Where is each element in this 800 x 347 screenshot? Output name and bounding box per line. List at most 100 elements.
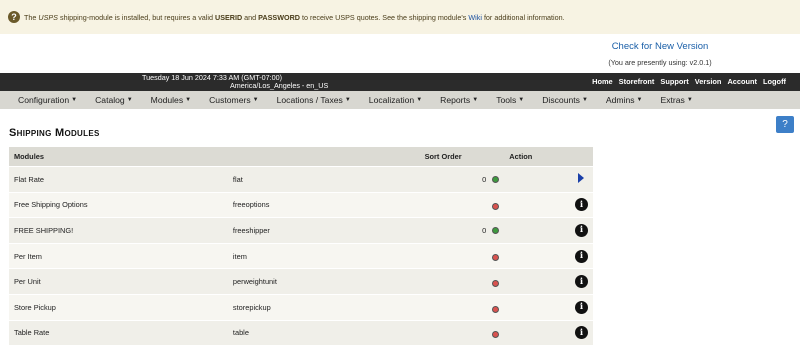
module-title: Store Pickup <box>9 293 228 321</box>
menu-admins[interactable]: Admins ▼ <box>606 95 643 105</box>
module-title: Flat Rate <box>9 166 228 193</box>
status-enabled-icon[interactable] <box>492 226 500 234</box>
action-cell: i <box>504 242 593 269</box>
notice-module-name: USPS <box>38 12 58 22</box>
sort-cell: 0 <box>419 217 505 244</box>
sort-cell <box>419 242 505 269</box>
caret-down-icon: ▼ <box>686 97 693 103</box>
top-link-account[interactable]: Account <box>727 77 757 86</box>
module-code: table <box>227 319 420 346</box>
info-icon[interactable]: i <box>575 249 588 263</box>
module-code: item <box>227 242 420 269</box>
table-row[interactable]: Flat Rate flat 0 <box>9 166 593 193</box>
page-title: Shipping Modules <box>9 127 100 139</box>
top-link-support[interactable]: Support <box>660 77 688 86</box>
module-code: freeoptions <box>227 191 420 218</box>
caret-down-icon: ▼ <box>71 97 78 103</box>
header-code <box>227 147 420 167</box>
menu-reports[interactable]: Reports ▼ <box>440 95 478 105</box>
usps-notice-bar: ? The USPS shipping-module is installed,… <box>0 0 800 34</box>
help-button[interactable]: ? <box>776 116 794 133</box>
module-title: Per Unit <box>9 268 228 295</box>
date-display: Tuesday 18 Jun 2024 7:33 AM (GMT-07:00) … <box>142 74 328 90</box>
action-cell: i <box>504 191 593 218</box>
info-icon[interactable]: i <box>575 198 588 212</box>
top-link-home[interactable]: Home <box>592 77 613 86</box>
sort-cell <box>419 191 505 218</box>
status-enabled-icon[interactable] <box>492 175 500 183</box>
module-title: Table Rate <box>9 319 228 346</box>
version-box: Check for New Version (You are presently… <box>600 41 720 67</box>
module-code: freeshipper <box>227 217 420 244</box>
table-row[interactable]: Store Pickup storepickup i <box>9 293 593 321</box>
question-icon: ? <box>8 11 20 23</box>
caret-down-icon: ▼ <box>636 97 643 103</box>
module-code: flat <box>227 166 420 193</box>
menu-catalog[interactable]: Catalog ▼ <box>95 95 133 105</box>
menu-modules[interactable]: Modules ▼ <box>151 95 191 105</box>
table-row[interactable]: Table Rate table i <box>9 319 593 346</box>
menu-extras[interactable]: Extras ▼ <box>661 95 693 105</box>
status-disabled-icon[interactable] <box>492 305 500 313</box>
wiki-link[interactable]: Wiki <box>468 13 482 22</box>
sort-cell <box>419 268 505 295</box>
menu-discounts[interactable]: Discounts ▼ <box>542 95 588 105</box>
table-header-row: Modules Sort Order Action <box>9 147 593 167</box>
status-disabled-icon[interactable] <box>492 331 500 339</box>
shipping-modules-table: Modules Sort Order Action Flat Rate flat… <box>9 147 593 346</box>
action-cell: i <box>504 268 593 295</box>
sort-cell: 0 <box>419 166 505 193</box>
caret-down-icon: ▼ <box>126 97 133 103</box>
info-icon[interactable]: i <box>575 326 588 340</box>
admin-top-bar: Tuesday 18 Jun 2024 7:33 AM (GMT-07:00) … <box>0 73 800 91</box>
module-title: FREE SHIPPING! <box>9 217 228 244</box>
menu-configuration[interactable]: Configuration ▼ <box>18 95 77 105</box>
table-row[interactable]: Free Shipping Options freeoptions i <box>9 191 593 218</box>
info-icon[interactable]: i <box>575 223 588 237</box>
header-modules: Modules <box>9 147 228 167</box>
play-arrow-icon <box>578 173 584 184</box>
notice-userid: USERID <box>215 12 243 22</box>
action-cell: i <box>504 293 593 321</box>
caret-down-icon: ▼ <box>185 97 192 103</box>
caret-down-icon: ▼ <box>472 97 479 103</box>
table-row[interactable]: Per Unit perweightunit i <box>9 268 593 295</box>
action-cell <box>504 166 593 193</box>
sort-cell <box>419 293 505 321</box>
caret-down-icon: ▼ <box>344 97 351 103</box>
caret-down-icon: ▼ <box>416 97 423 103</box>
menu-locations-taxes[interactable]: Locations / Taxes ▼ <box>277 95 351 105</box>
sort-order-value: 0 <box>482 174 487 184</box>
module-code: perweightunit <box>227 268 420 295</box>
menu-localization[interactable]: Localization ▼ <box>369 95 422 105</box>
main-menu: Configuration ▼ Catalog ▼ Modules ▼ Custome… <box>0 91 800 109</box>
timezone-text: America/Los_Angeles - en_US <box>230 81 329 90</box>
table-row[interactable]: FREE SHIPPING! freeshipper 0 i <box>9 217 593 244</box>
version-using-text: (You are presently using: v2.0.1) <box>608 58 712 67</box>
status-disabled-icon[interactable] <box>492 203 500 211</box>
module-title: Per Item <box>9 242 228 269</box>
notice-text: The USPS shipping-module is installed, b… <box>24 12 565 22</box>
status-disabled-icon[interactable] <box>492 279 500 287</box>
menu-customers[interactable]: Customers ▼ <box>209 95 259 105</box>
notice-password: PASSWORD <box>258 12 300 22</box>
check-version-link[interactable]: Check for New Version <box>600 41 720 52</box>
module-title: Free Shipping Options <box>9 191 228 218</box>
top-links: Home Storefront Support Version Account … <box>592 77 786 86</box>
info-icon[interactable]: i <box>575 300 588 314</box>
top-link-logoff[interactable]: Logoff <box>763 77 786 86</box>
module-code: storepickup <box>227 293 420 321</box>
table-row[interactable]: Per Item item i <box>9 242 593 269</box>
status-disabled-icon[interactable] <box>492 254 500 262</box>
menu-tools[interactable]: Tools ▼ <box>496 95 524 105</box>
top-link-storefront[interactable]: Storefront <box>619 77 655 86</box>
action-cell: i <box>504 217 593 244</box>
caret-down-icon: ▼ <box>518 97 525 103</box>
caret-down-icon: ▼ <box>252 97 259 103</box>
top-link-version[interactable]: Version <box>695 77 722 86</box>
sort-cell <box>419 319 505 346</box>
sort-order-value: 0 <box>482 225 487 235</box>
caret-down-icon: ▼ <box>581 97 588 103</box>
action-cell: i <box>504 319 593 346</box>
info-icon[interactable]: i <box>575 275 588 289</box>
